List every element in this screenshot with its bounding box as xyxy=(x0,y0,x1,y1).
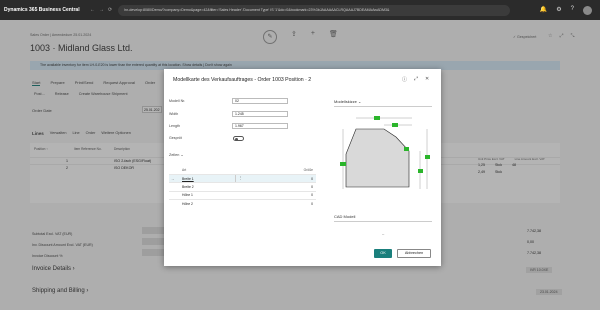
expand-icon[interactable]: ⤢ xyxy=(414,76,418,83)
marker-corner xyxy=(404,147,409,151)
modellskizze-header[interactable]: Modellskizze ⌄ xyxy=(334,99,361,104)
gear-icon[interactable]: ⚙ xyxy=(556,6,561,15)
row-arrow-icon: → xyxy=(171,176,175,181)
row-art[interactable]: Breite 2 xyxy=(182,185,194,189)
app-title: Dynamics 365 Business Central xyxy=(4,7,80,13)
grid-header: Art Größe xyxy=(169,167,316,174)
ok-button[interactable]: OK xyxy=(374,249,392,258)
divider xyxy=(334,221,432,222)
width-label: Width xyxy=(169,112,179,116)
gesproet-label: Gespröt xyxy=(169,136,182,140)
table-row[interactable]: Breite 2 0 xyxy=(169,182,316,190)
forward-icon[interactable]: → xyxy=(99,7,104,13)
table-row[interactable]: → Breite 1 ⋮ 0 xyxy=(169,174,316,183)
width-field[interactable]: 1.245 xyxy=(232,111,288,117)
cad-model-header: CAD Modell xyxy=(334,214,356,219)
model-card-dialog: Modellkarte des Verkaufsauftrages - Orde… xyxy=(164,69,441,266)
address-bar[interactable]: hn-develop:8080/Demo/?company=Demo&page=… xyxy=(118,4,510,16)
close-icon[interactable]: ✕ xyxy=(425,76,429,83)
row-art[interactable]: Höhe 1 xyxy=(182,193,193,197)
cancel-button[interactable]: Abbrechen xyxy=(397,249,431,258)
marker-height-right xyxy=(418,169,423,173)
reload-icon[interactable]: ⟳ xyxy=(108,7,112,13)
model-no-field[interactable]: 02 xyxy=(232,98,288,104)
dialog-title-icons: ⓘ ⤢ ✕ xyxy=(402,76,429,83)
info-icon[interactable]: ⓘ xyxy=(402,76,407,83)
zeilen-section-header[interactable]: Zeilen ⌄ xyxy=(169,152,184,157)
back-icon[interactable]: ← xyxy=(90,7,95,13)
row-art[interactable]: Höhe 2 xyxy=(182,202,193,206)
marker-height-left xyxy=(340,162,346,166)
row-size[interactable]: 0 xyxy=(311,185,313,189)
browser-icons: 🔔 ⚙ ? xyxy=(540,5,600,15)
bell-icon[interactable]: 🔔 xyxy=(540,6,547,15)
marker-height-total xyxy=(425,155,430,159)
table-row[interactable]: Höhe 1 0 xyxy=(169,190,316,199)
cad-placeholder: – xyxy=(382,231,385,236)
dimensions-grid: Art Größe → Breite 1 ⋮ 0 Breite 2 0 Höhe… xyxy=(169,167,316,208)
gesproet-toggle[interactable] xyxy=(233,136,244,141)
row-size[interactable]: 0 xyxy=(311,202,313,206)
avatar[interactable] xyxy=(583,5,592,15)
model-sketch xyxy=(340,116,430,189)
browser-bar: Dynamics 365 Business Central ← → ⟳ hn-d… xyxy=(0,0,600,20)
length-field[interactable]: 1.967 xyxy=(232,123,288,129)
dialog-title: Modellkarte des Verkaufsauftrages - Orde… xyxy=(173,77,312,83)
model-no-label: Modell Nr. xyxy=(169,99,186,103)
question-icon[interactable]: ? xyxy=(571,6,574,15)
glass-shape xyxy=(345,128,410,188)
marker-width-top xyxy=(374,116,380,120)
divider xyxy=(334,106,432,107)
marker-width-offset xyxy=(392,123,398,127)
col-art[interactable]: Art xyxy=(182,168,186,172)
col-size[interactable]: Größe xyxy=(304,168,313,172)
table-row[interactable]: Höhe 2 0 xyxy=(169,199,316,207)
row-size[interactable]: 0 xyxy=(311,193,313,197)
row-art[interactable]: Breite 1 xyxy=(182,177,194,181)
browser-nav: ← → ⟳ xyxy=(90,7,112,13)
length-label: Length xyxy=(169,124,180,128)
row-size[interactable]: 0 xyxy=(311,177,313,181)
